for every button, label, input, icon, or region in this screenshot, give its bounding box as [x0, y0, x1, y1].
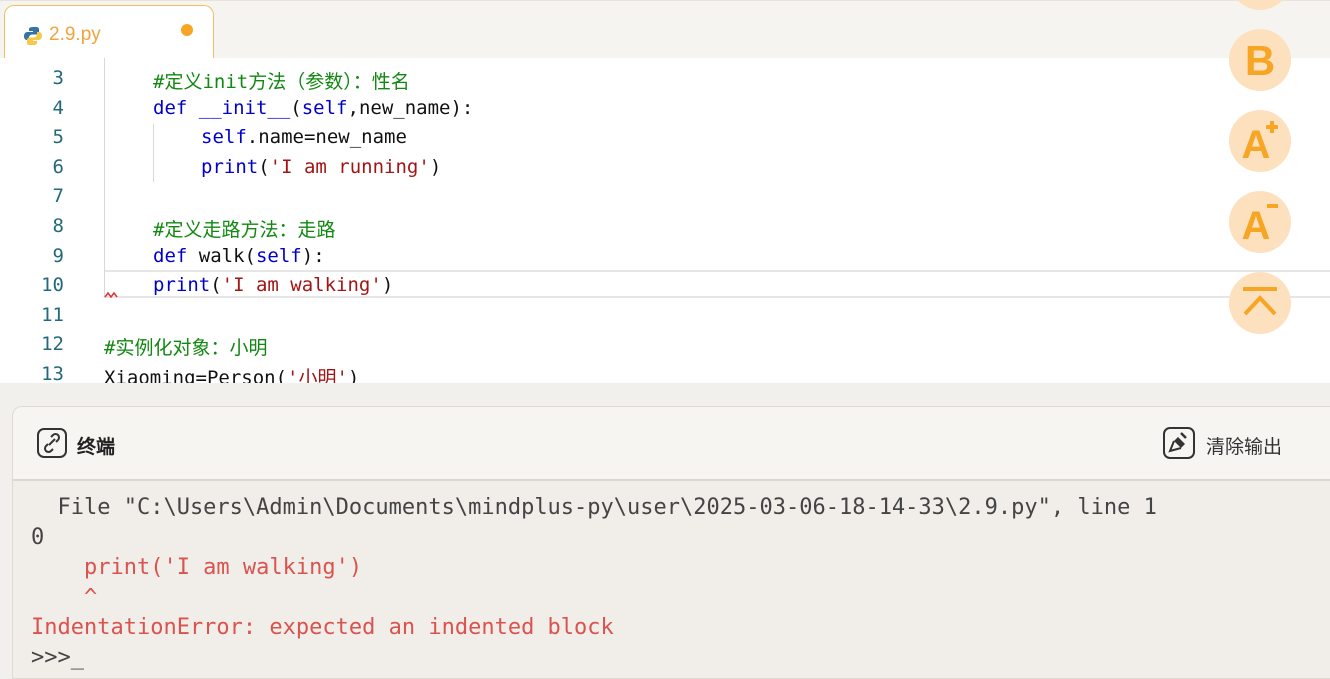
code-token: Xiaoming=Person( [104, 367, 288, 383]
code-line[interactable]: 13 Xiaoming=Person('小明') [0, 358, 1330, 383]
code-token: ( [290, 96, 302, 119]
code-token: def [153, 96, 199, 119]
code-token: ) [347, 367, 360, 383]
code-token: self [301, 96, 348, 119]
line-number: 7 [52, 185, 64, 208]
python-icon [24, 27, 42, 45]
code-text: Xiaoming=Person('小明') [104, 363, 359, 383]
code-token: print [201, 155, 259, 178]
bold-button[interactable]: B [1229, 29, 1291, 91]
code-line[interactable]: 5 self.name=new_name [0, 121, 1330, 151]
line-number: 8 [52, 215, 64, 237]
code-token: ( [210, 274, 222, 297]
scroll-to-top-icon [1243, 287, 1277, 316]
code-editor[interactable]: 3 #定义init方法（参数）：性名 4 def __init__(self,new_… [0, 58, 1330, 383]
code-text: self.name=new_name [201, 126, 407, 148]
code-token: 'I am walking' [221, 274, 382, 297]
code-line[interactable]: 9 def walk(self): [0, 240, 1330, 270]
terminal-panel[interactable]: 终端 清除输出 File "C:\Users\Admin\Documents\m… [12, 406, 1330, 679]
code-line[interactable]: 4 def __init__(self,new_name): [0, 92, 1330, 122]
line-number: 12 [41, 333, 64, 356]
code-token: #定义init方法（参数）：性名 [153, 71, 410, 93]
code-token: def [153, 244, 199, 267]
line-number: 9 [52, 244, 64, 267]
terminal-header: 终端 清除输出 [13, 407, 1330, 481]
code-token: walk [198, 244, 245, 267]
svg-text:A: A [1242, 204, 1271, 248]
code-line[interactable]: 3 #定义init方法（参数）：性名 [0, 62, 1330, 94]
font-increase-button[interactable]: A [1229, 110, 1291, 172]
code-token: self [201, 126, 247, 149]
code-line[interactable]: 11 [0, 299, 1330, 329]
code-token: ) [381, 274, 394, 297]
tab-filename: 2.9.py [49, 24, 101, 45]
code-token: 'I am running' [269, 155, 430, 178]
broom-icon[interactable] [1163, 427, 1195, 459]
code-token: ( [244, 244, 256, 267]
code-token: __init__ [198, 96, 291, 119]
code-line[interactable]: 7 [0, 180, 1330, 210]
code-token: '小明' [287, 367, 348, 383]
line-number: 11 [41, 303, 64, 326]
code-text: #定义init方法（参数）：性名 [153, 67, 410, 94]
terminal-output-line: print('I am walking') [31, 555, 363, 580]
code-text: #实例化对象：小明 [104, 333, 267, 360]
line-number: 6 [52, 155, 64, 178]
code-text: #定义走路方法：走路 [153, 215, 335, 242]
line-number: 13 [41, 363, 64, 383]
font-increase-icon: A [1242, 121, 1278, 167]
font-decrease-icon: A [1242, 204, 1278, 248]
svg-text:B: B [1245, 37, 1275, 84]
code-token: #实例化对象：小明 [104, 337, 268, 360]
code-token: ,new_name): [347, 96, 474, 119]
code-token: self [255, 244, 302, 267]
code-token: #定义走路方法：走路 [153, 219, 336, 241]
line-number: 10 [41, 274, 64, 297]
code-token: ( [258, 155, 270, 178]
code-token: print [153, 274, 211, 297]
unsaved-dot-icon [181, 24, 193, 36]
code-line[interactable]: 6 print('I am running') [0, 151, 1330, 181]
code-line[interactable]: 8 #定义走路方法：走路 [0, 210, 1330, 242]
terminal-output-line: >>>_ [31, 645, 84, 670]
code-token: .name=new_name [246, 126, 407, 149]
terminal-output-line: File "C:\Users\Admin\Documents\mindplus-… [31, 495, 1157, 520]
code-token: ): [301, 244, 325, 267]
line-number: 5 [52, 126, 64, 149]
svg-text:A: A [1242, 123, 1271, 167]
terminal-link-icon [37, 428, 67, 458]
font-decrease-button[interactable]: A [1229, 191, 1291, 253]
code-line[interactable]: 10 print('I am walking') [0, 269, 1330, 299]
line-number: 4 [52, 96, 64, 119]
terminal-output-line: 0 [31, 525, 45, 550]
code-text: def walk(self): [153, 245, 325, 267]
clear-output-button[interactable]: 清除输出 [1206, 432, 1282, 459]
terminal-title: 终端 [77, 436, 116, 458]
line-number: 3 [52, 67, 64, 89]
scroll-top-button[interactable] [1229, 272, 1291, 334]
code-text: def __init__(self,new_name): [153, 97, 473, 119]
tab-bar: 2.9.py [0, 0, 1330, 59]
code-text: print('I am walking') [153, 274, 393, 296]
code-token: ) [429, 155, 442, 178]
code-line[interactable]: 12 #实例化对象：小明 [0, 328, 1330, 360]
bold-b-icon: B [1245, 37, 1275, 84]
terminal-output-line: ^ [31, 585, 98, 610]
tab-file[interactable]: 2.9.py [4, 5, 214, 59]
terminal-output-line: IndentationError: expected an indented b… [31, 615, 614, 640]
code-text: print('I am running') [201, 156, 441, 178]
